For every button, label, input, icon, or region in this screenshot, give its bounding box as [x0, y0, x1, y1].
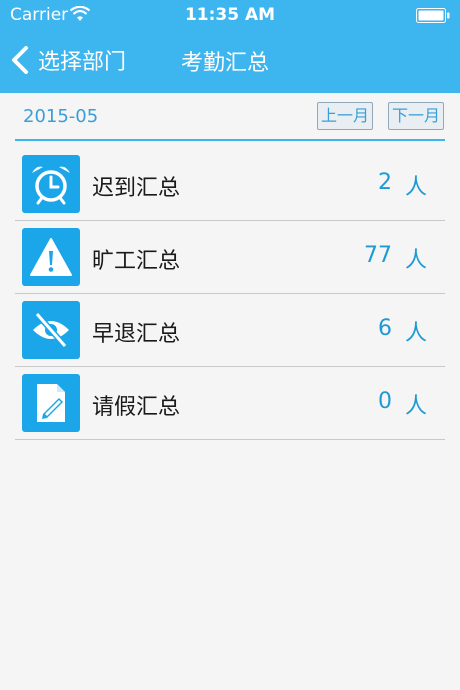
current-month: 2015-05	[23, 106, 99, 127]
summary-row-leave[interactable]: 请假汇总 0 人	[15, 367, 445, 440]
prev-month-button[interactable]: 上一月	[317, 102, 374, 130]
summary-row-early-leave[interactable]: 早退汇总 6 人	[15, 294, 445, 367]
summary-label: 迟到汇总	[92, 176, 181, 201]
nav-bar: 选择部门 考勤汇总	[0, 30, 460, 93]
back-label: 选择部门	[38, 50, 127, 75]
eye-slash-icon	[33, 312, 69, 348]
summary-count: 0	[378, 389, 392, 414]
page-title: 考勤汇总	[181, 51, 270, 76]
summary-label: 旷工汇总	[92, 249, 181, 274]
battery-icon	[416, 8, 450, 23]
chevron-left-icon	[12, 46, 28, 74]
summary-list: 迟到汇总 2 人 旷工汇总 77 人 早退汇总 6 人 请假汇总 0 人	[15, 148, 445, 440]
summary-count: 2	[378, 170, 392, 195]
back-button[interactable]: 选择部门	[10, 42, 126, 78]
summary-row-absent[interactable]: 旷工汇总 77 人	[15, 221, 445, 294]
summary-unit: 人	[404, 394, 427, 419]
summary-count: 6	[378, 316, 392, 341]
header-bar: Carrier 11:35 AM 选择部门 考勤汇总	[0, 0, 460, 93]
summary-label: 请假汇总	[92, 395, 181, 420]
summary-label: 早退汇总	[92, 322, 181, 347]
alarm-clock-icon	[32, 166, 70, 205]
next-month-button[interactable]: 下一月	[388, 102, 445, 130]
summary-unit: 人	[404, 248, 427, 273]
clock-label: 11:35 AM	[184, 5, 276, 25]
month-selector: 2015-05 上一月 下一月	[15, 93, 445, 141]
summary-row-late[interactable]: 迟到汇总 2 人	[15, 148, 445, 221]
summary-unit: 人	[404, 175, 427, 200]
summary-count: 77	[364, 243, 392, 268]
warning-icon	[30, 238, 72, 276]
status-bar: Carrier 11:35 AM	[0, 0, 460, 30]
document-edit-icon	[37, 384, 65, 422]
summary-unit: 人	[404, 321, 427, 346]
